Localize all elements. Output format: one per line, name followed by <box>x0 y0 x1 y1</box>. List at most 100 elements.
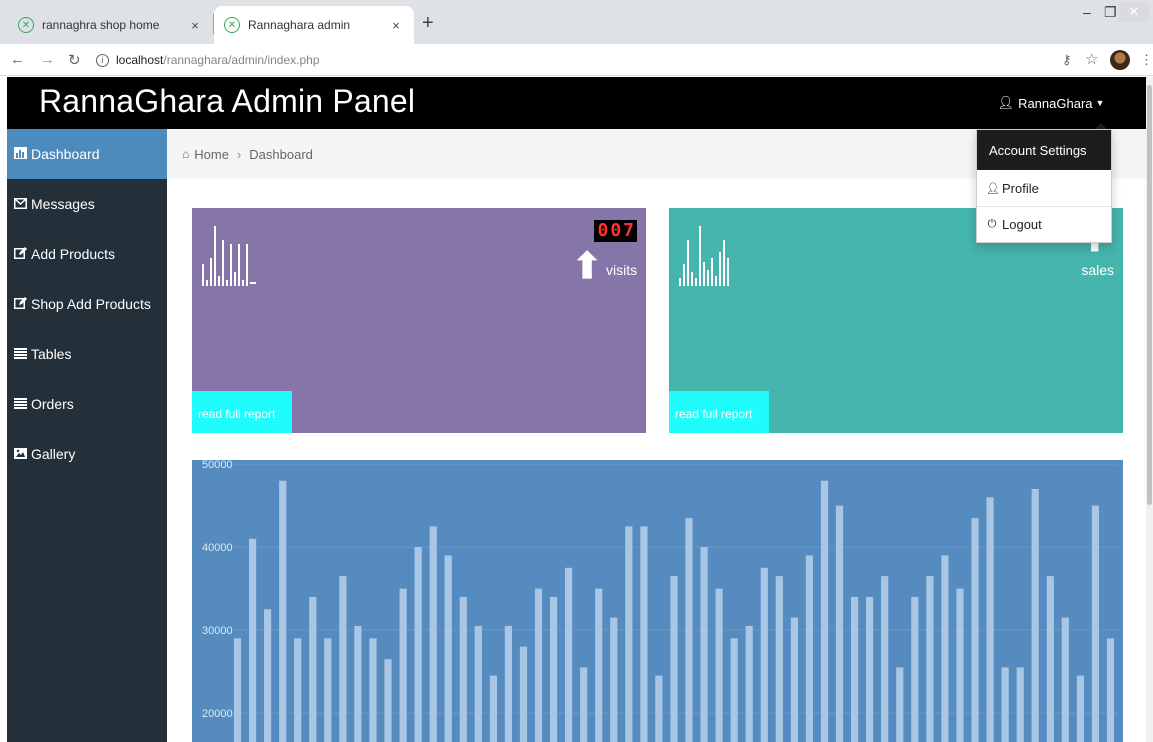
chart-bar[interactable] <box>279 480 287 742</box>
chart-bar[interactable] <box>625 526 633 742</box>
chart-bar[interactable] <box>670 576 678 742</box>
sales-read-report-button[interactable]: read full report <box>669 391 769 433</box>
chart-bar[interactable] <box>369 638 377 742</box>
chart-bar[interactable] <box>309 596 317 742</box>
chart-bar[interactable] <box>866 596 874 742</box>
dropdown-item-logout[interactable]: ⏻ Logout <box>977 206 1111 242</box>
chart-bar[interactable] <box>339 576 347 742</box>
chart-bar[interactable] <box>580 667 588 742</box>
chart-bar[interactable] <box>640 526 648 742</box>
chart-bar[interactable] <box>519 646 528 742</box>
window-close-icon[interactable]: ✕ <box>1119 2 1149 22</box>
chart-bar[interactable] <box>444 555 452 742</box>
star-icon[interactable]: ☆ <box>1085 50 1098 68</box>
chart-bar[interactable] <box>805 555 813 742</box>
reload-icon[interactable]: ↻ <box>68 51 81 69</box>
chart-bar[interactable] <box>655 675 663 742</box>
chart-bar[interactable] <box>474 625 482 742</box>
sidebar-item-shop-add-products[interactable]: Shop Add Products <box>7 279 167 329</box>
chart-bar[interactable] <box>1016 667 1024 742</box>
sidebar: Dashboard Messages Add Products Shop Add… <box>7 129 167 742</box>
chart-bar[interactable] <box>534 588 543 742</box>
chart-bar[interactable] <box>459 596 467 742</box>
chart-bar[interactable] <box>1031 489 1039 742</box>
restore-icon[interactable]: ❐ <box>1104 4 1117 21</box>
profile-avatar[interactable] <box>1110 50 1130 70</box>
chart-bar[interactable] <box>760 567 768 742</box>
minimize-icon[interactable]: ‒ <box>1083 4 1091 20</box>
list-icon <box>13 347 27 362</box>
chart-bar[interactable] <box>429 526 437 742</box>
arrow-up-icon: ⬆ <box>572 245 603 286</box>
chart-bar[interactable] <box>835 505 844 742</box>
y-tick-label: 50000 <box>202 460 233 471</box>
chart-bar[interactable] <box>550 596 558 742</box>
page-scrollbar[interactable] <box>1146 77 1153 742</box>
key-icon[interactable]: ⚷ <box>1062 52 1072 68</box>
chart-bar[interactable] <box>986 497 994 742</box>
chart-bar[interactable] <box>610 617 618 742</box>
scrollbar-thumb[interactable] <box>1147 85 1152 505</box>
new-tab-button[interactable]: + <box>422 13 434 33</box>
tab-title: Rannaghara admin <box>248 18 351 32</box>
chart-bar[interactable] <box>294 638 302 742</box>
info-icon[interactable]: i <box>96 53 109 67</box>
chart-bar[interactable] <box>595 588 603 742</box>
chart-bar[interactable] <box>700 547 708 742</box>
arrow-left-icon[interactable]: ← <box>10 51 25 68</box>
chart-bar[interactable] <box>881 576 889 742</box>
browser-tab-shop-home[interactable]: ✕ rannaghra shop home × <box>8 6 213 44</box>
chart-bar[interactable] <box>565 567 573 742</box>
chart-bar[interactable] <box>820 480 829 742</box>
chart-bar[interactable] <box>1076 675 1084 742</box>
chart-bar[interactable] <box>399 588 407 742</box>
user-menu-toggle[interactable]: 👤︎ RannaGhara ▼ <box>983 77 1119 129</box>
chart-bar[interactable] <box>1106 638 1115 742</box>
chart-bar[interactable] <box>489 675 497 742</box>
chart-bar[interactable] <box>775 576 783 742</box>
close-icon[interactable]: × <box>187 18 203 33</box>
chart-bar[interactable] <box>233 638 242 742</box>
chart-bar[interactable] <box>911 596 919 742</box>
chart-bar[interactable] <box>1061 617 1069 742</box>
chart-bar[interactable] <box>790 617 798 742</box>
chart-bar[interactable] <box>745 625 753 742</box>
close-icon[interactable]: × <box>388 18 404 33</box>
brand-title[interactable]: RannaGhara Admin Panel <box>39 83 415 120</box>
chart-bar[interactable] <box>1001 667 1009 742</box>
kebab-menu-icon[interactable]: ⋮ <box>1140 52 1153 68</box>
chart-bar[interactable] <box>354 625 362 742</box>
chart-bar[interactable] <box>715 588 723 742</box>
chart-bar[interactable] <box>956 588 964 742</box>
user-icon: 👤︎ <box>986 182 1000 195</box>
chart-bar[interactable] <box>414 547 422 742</box>
sidebar-item-label: Dashboard <box>31 146 100 162</box>
envelope-icon <box>13 197 27 212</box>
chart-bar[interactable] <box>896 667 904 742</box>
chart-bar[interactable] <box>971 518 979 742</box>
chart-bar[interactable] <box>685 518 693 742</box>
sidebar-item-orders[interactable]: Orders <box>7 379 167 429</box>
arrow-right-icon[interactable]: → <box>40 51 55 68</box>
chart-bar[interactable] <box>1091 505 1099 742</box>
chart-bar[interactable] <box>730 638 738 742</box>
chart-bar[interactable] <box>1046 576 1054 742</box>
dropdown-item-profile[interactable]: 👤︎ Profile <box>977 170 1111 206</box>
chart-bar[interactable] <box>249 538 257 742</box>
sidebar-item-messages[interactable]: Messages <box>7 179 167 229</box>
chart-bar[interactable] <box>941 555 949 742</box>
sidebar-item-tables[interactable]: Tables <box>7 329 167 379</box>
chart-bar[interactable] <box>264 609 272 742</box>
sidebar-item-add-products[interactable]: Add Products <box>7 229 167 279</box>
breadcrumb-home-link[interactable]: Home <box>194 147 229 162</box>
chart-bar[interactable] <box>324 638 332 742</box>
visits-read-report-button[interactable]: read full report <box>192 391 292 433</box>
chart-bar[interactable] <box>504 625 512 742</box>
address-bar[interactable]: i localhost /rannaghara/admin/index.php <box>96 48 1036 72</box>
sidebar-item-dashboard[interactable]: Dashboard <box>7 129 167 179</box>
browser-tab-admin[interactable]: ✕ Rannaghara admin × <box>214 6 414 44</box>
chart-bar[interactable] <box>851 596 859 742</box>
chart-bar[interactable] <box>926 576 934 742</box>
chart-bar[interactable] <box>384 659 392 742</box>
sidebar-item-gallery[interactable]: Gallery <box>7 429 167 479</box>
